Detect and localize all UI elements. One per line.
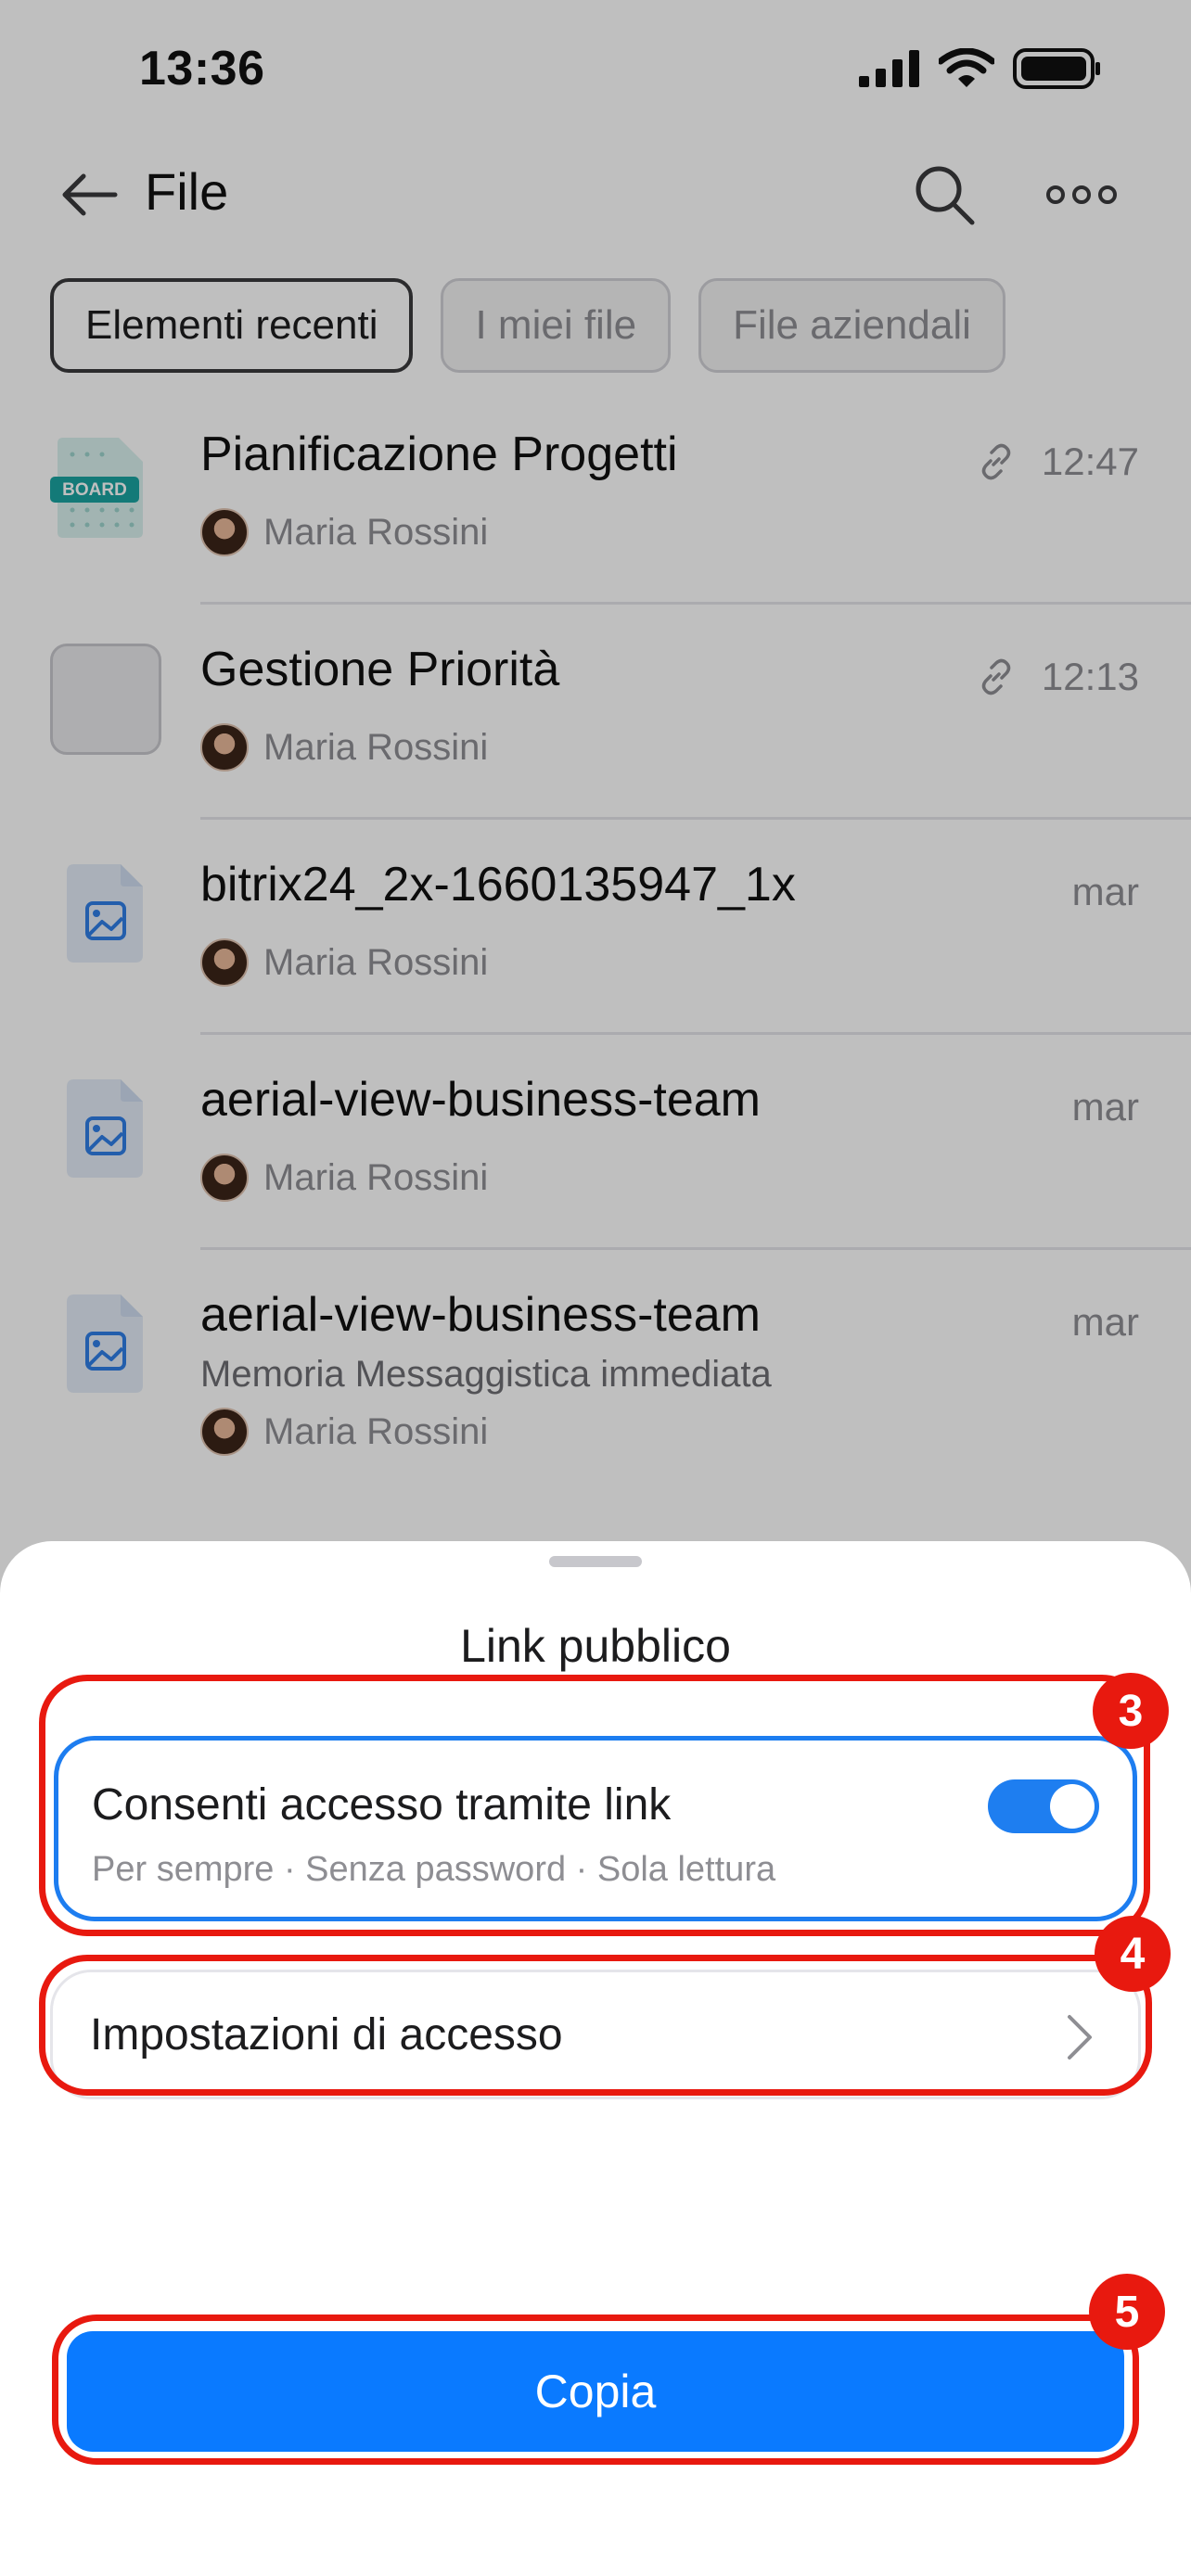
sheet-grabber[interactable] (549, 1556, 642, 1567)
sheet-title: Link pubblico (460, 1620, 731, 1672)
chevron-right-icon (1068, 2015, 1092, 2060)
toggle-knob (1050, 1784, 1095, 1829)
link-access-details: Per sempre · Senza password · Sola lettu… (92, 1850, 776, 1889)
link-access-toggle[interactable] (988, 1779, 1099, 1833)
access-settings-label: Impostazioni di accesso (90, 2010, 563, 2060)
access-settings-row[interactable]: Impostazioni di accesso (50, 1970, 1141, 2099)
step-badge: 3 (1093, 1673, 1169, 1749)
step-badge: 5 (1089, 2274, 1165, 2350)
step-badge: 4 (1095, 1916, 1171, 1992)
link-access-title: Consenti accesso tramite link (92, 1780, 672, 1830)
copy-button[interactable]: Copia (67, 2331, 1124, 2452)
public-link-sheet: Link pubblico Consenti accesso tramite l… (0, 1541, 1191, 2576)
link-access-card[interactable]: Consenti accesso tramite link Per sempre… (54, 1736, 1137, 1921)
